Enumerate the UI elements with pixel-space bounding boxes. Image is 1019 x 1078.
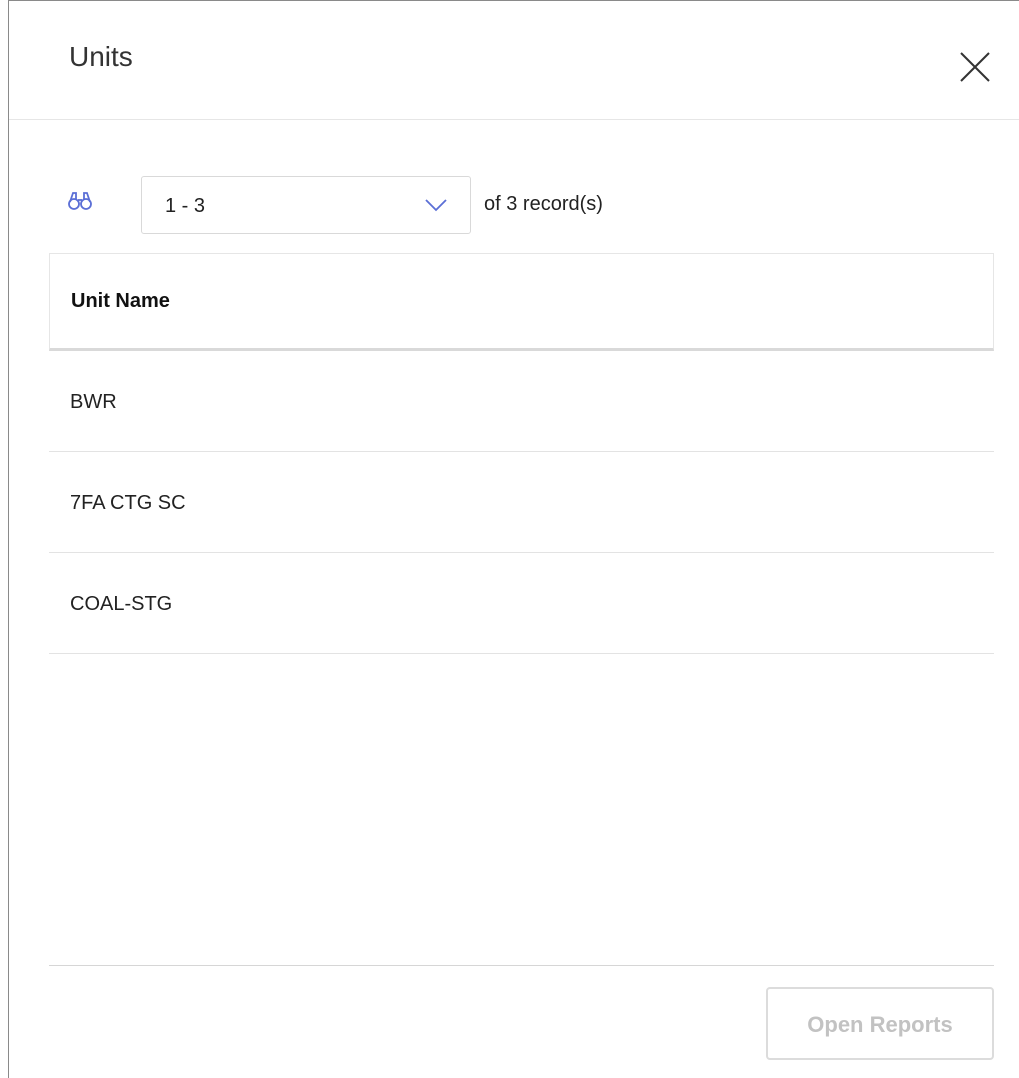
record-range-select[interactable]: 1 - 3 bbox=[141, 176, 471, 234]
dialog-title: Units bbox=[69, 41, 133, 72]
units-dialog: Units 1 - 3 of 3 record(s) Unit Name BWR… bbox=[8, 0, 1019, 1078]
chevron-down-icon bbox=[425, 199, 447, 212]
background-edge bbox=[0, 0, 8, 1078]
unit-name-cell: COAL-STG bbox=[70, 593, 173, 615]
units-table: Unit Name BWR 7FA CTG SC COAL-STG bbox=[49, 253, 994, 654]
dialog-header: Units bbox=[9, 1, 1019, 120]
binoculars-icon bbox=[68, 192, 92, 210]
close-icon bbox=[960, 52, 990, 82]
table-row[interactable]: 7FA CTG SC bbox=[49, 452, 994, 553]
record-range-value: 1 - 3 bbox=[165, 195, 206, 217]
column-header-unit-name: Unit Name bbox=[71, 290, 170, 312]
unit-name-cell: BWR bbox=[70, 391, 117, 413]
table-row[interactable]: BWR bbox=[49, 351, 994, 452]
pagination-toolbar: 1 - 3 of 3 record(s) bbox=[9, 176, 1019, 236]
close-button[interactable] bbox=[957, 49, 993, 85]
record-count-label: of 3 record(s) bbox=[484, 193, 603, 215]
table-row[interactable]: COAL-STG bbox=[49, 553, 994, 654]
table-header[interactable]: Unit Name bbox=[49, 253, 994, 351]
unit-name-cell: 7FA CTG SC bbox=[70, 492, 186, 514]
footer-divider bbox=[49, 965, 994, 966]
open-reports-button[interactable]: Open Reports bbox=[766, 987, 994, 1060]
search-button[interactable] bbox=[67, 190, 93, 212]
